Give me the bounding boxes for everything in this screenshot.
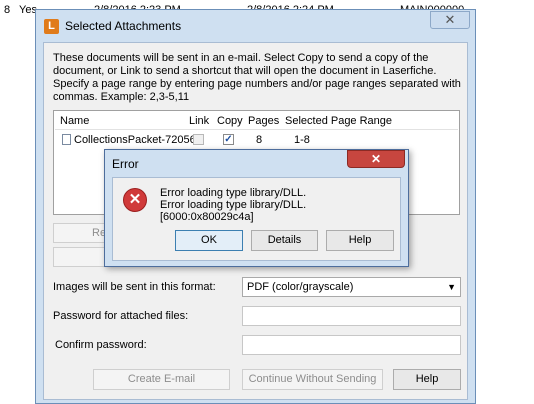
attachment-name: CollectionsPacket-72056 [74,134,196,146]
col-header-pages[interactable]: Pages [248,115,279,127]
col-header-name[interactable]: Name [60,115,89,127]
laserfiche-app-icon: L [44,19,59,34]
page-count: 8 [256,134,263,146]
ok-button[interactable]: OK [175,230,243,251]
chevron-down-icon: ▼ [447,282,456,292]
error-icon: ✕ [123,188,147,212]
confirm-password-field[interactable] [242,335,461,355]
dialog-title: Selected Attachments [65,19,182,33]
col-header-copy[interactable]: Copy [217,115,243,127]
copy-checkbox[interactable]: ✓ [223,134,234,145]
password-label: Password for attached files: [53,310,189,322]
format-select[interactable]: PDF (color/grayscale) ▼ [242,277,461,297]
confirm-password-label: Confirm password: [55,339,147,351]
table-row[interactable]: CollectionsPacket-72056 ✓ 8 1-8 [54,130,459,148]
details-button[interactable]: Details [251,230,318,251]
images-format-label: Images will be sent in this format: [53,281,216,293]
error-help-button[interactable]: Help [326,230,394,251]
format-value: PDF (color/grayscale) [247,281,354,293]
help-button[interactable]: Help [393,369,461,390]
page-range[interactable]: 1-8 [294,134,310,146]
row-number: 8 [4,4,11,16]
error-message-line-2: Error loading type library/DLL. [6000:0x… [160,199,307,223]
document-icon [62,134,71,145]
continue-without-sending-button[interactable]: Continue Without Sending [242,369,383,390]
col-header-page-range[interactable]: Selected Page Range [285,115,392,127]
dialog-titlebar[interactable]: L Selected Attachments ✕ [36,10,475,42]
dialog-description: These documents will be sent in an e-mai… [53,52,461,103]
error-dialog: Error ✕ ✕ Error loading type library/DLL… [104,149,409,267]
error-dialog-client: ✕ Error loading type library/DLL. Error … [112,177,401,261]
create-email-button[interactable]: Create E-mail [93,369,230,390]
col-header-link[interactable]: Link [189,115,209,127]
close-icon[interactable]: ✕ [430,11,470,29]
password-field[interactable] [242,306,461,326]
close-icon[interactable]: ✕ [347,150,405,168]
error-message-line-1: Error loading type library/DLL. [160,187,307,199]
error-dialog-title: Error [112,157,139,171]
link-checkbox[interactable] [193,134,204,145]
